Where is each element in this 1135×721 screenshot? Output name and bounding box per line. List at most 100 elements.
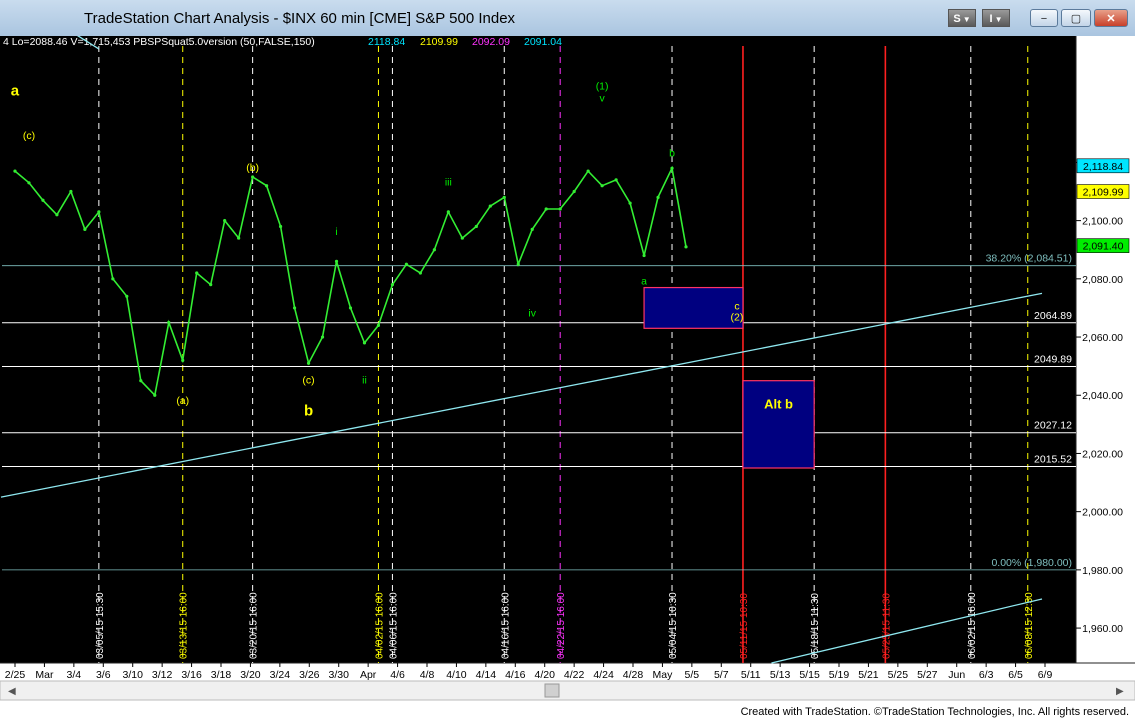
price-point xyxy=(684,245,688,249)
window-titlebar: TradeStation Chart Analysis - $INX 60 mi… xyxy=(0,0,1135,37)
x-tick-label: 6/5 xyxy=(1008,669,1023,681)
support-level-label: 0.00% (1,980.00) xyxy=(991,557,1072,569)
price-point xyxy=(13,169,17,173)
support-level-label: 2064.89 xyxy=(1034,310,1072,322)
price-point xyxy=(97,210,101,214)
footer-credit: Created with TradeStation. ©TradeStation… xyxy=(740,706,1129,718)
price-point xyxy=(642,253,646,258)
vertical-marker-label: 05/04/15 10:30 xyxy=(668,592,679,659)
vertical-marker-label: 05/18/15 11:30 xyxy=(810,593,821,659)
chevron-down-icon: ▼ xyxy=(962,15,971,24)
x-tick-label: 4/14 xyxy=(476,669,497,681)
status-value: 2091.04 xyxy=(524,36,562,48)
price-point xyxy=(251,175,255,179)
price-point xyxy=(376,323,381,327)
x-tick-label: 4/28 xyxy=(623,669,644,681)
chart-background xyxy=(0,36,1135,703)
vertical-marker-label: 03/20/15 16:00 xyxy=(249,592,260,659)
price-point xyxy=(600,184,604,188)
i-button[interactable]: I ▼ xyxy=(982,9,1010,27)
support-level-label: 2027.12 xyxy=(1034,420,1072,432)
window-title: TradeStation Chart Analysis - $INX 60 mi… xyxy=(84,10,516,27)
target-box[interactable] xyxy=(742,380,815,469)
price-point xyxy=(418,271,422,275)
price-point xyxy=(265,184,269,188)
price-tag-label: 2,118.84 xyxy=(1083,161,1123,173)
wave-label: (c) xyxy=(23,130,35,142)
price-point xyxy=(628,201,632,205)
price-point xyxy=(446,210,450,214)
price-point xyxy=(390,283,395,287)
price-point xyxy=(474,224,478,229)
close-icon: ✕ xyxy=(1106,13,1116,25)
vertical-marker-label: 03/05/15 15:30 xyxy=(95,592,106,659)
x-tick-label: 5/5 xyxy=(685,669,700,681)
price-point xyxy=(292,306,297,310)
x-tick-label: 5/21 xyxy=(858,669,879,681)
wave-label: a xyxy=(641,276,647,288)
price-point xyxy=(558,207,562,211)
price-chart[interactable]: 4 Lo=2088.46 V=1,715,453 PBSPSquat5.0ver… xyxy=(0,36,1135,703)
s-button[interactable]: S ▼ xyxy=(948,9,976,27)
y-tick-label: 1,980.00 xyxy=(1082,565,1123,577)
wave-label: i xyxy=(335,226,337,238)
wave-label: ii xyxy=(362,375,367,387)
price-point xyxy=(362,341,367,345)
restore-icon: ▢ xyxy=(1070,13,1082,25)
wave-label: iii xyxy=(445,177,452,189)
price-point xyxy=(153,393,157,397)
status-value: 2118.84 xyxy=(368,36,405,48)
price-point xyxy=(306,361,311,365)
price-point xyxy=(404,262,409,266)
support-level-label: 38.20% (2,084.51) xyxy=(986,253,1072,265)
support-level-label: 2015.52 xyxy=(1034,453,1072,465)
target-box[interactable] xyxy=(643,286,744,329)
y-tick-label: 2,020.00 xyxy=(1082,448,1123,460)
s-button-label: S xyxy=(953,13,961,25)
close-button[interactable]: ✕ xyxy=(1094,9,1128,27)
wave-label: v xyxy=(599,92,605,104)
x-tick-label: 3/20 xyxy=(240,669,261,681)
price-point xyxy=(334,259,339,263)
price-point xyxy=(586,169,590,173)
price-point xyxy=(432,248,436,252)
horizontal-scrollbar[interactable] xyxy=(0,680,1135,701)
target-box-label: Alt b xyxy=(764,397,793,412)
price-point xyxy=(223,219,227,223)
x-tick-label: 5/27 xyxy=(917,669,938,681)
scrollbar-thumb[interactable] xyxy=(544,683,560,698)
status-line: 4 Lo=2088.46 V=1,715,453 PBSPSquat5.0ver… xyxy=(3,36,315,48)
x-tick-label: 4/22 xyxy=(564,669,585,681)
x-tick-label: 5/11 xyxy=(741,669,761,681)
vertical-marker-label: 06/02/15 16:00 xyxy=(967,592,978,659)
x-tick-label: 4/6 xyxy=(390,669,405,681)
x-tick-label: 6/3 xyxy=(979,669,994,681)
restore-button[interactable]: ▢ xyxy=(1061,9,1091,27)
x-tick-label: 3/30 xyxy=(328,669,349,681)
price-point xyxy=(237,236,241,240)
x-tick-label: Apr xyxy=(360,669,377,681)
price-point xyxy=(488,204,492,208)
scroll-right-icon[interactable]: ▶ xyxy=(1116,686,1124,697)
y-tick-label: 1,960.00 xyxy=(1082,623,1123,635)
price-point xyxy=(614,178,618,182)
price-point xyxy=(460,236,464,240)
chevron-down-icon: ▼ xyxy=(994,15,1003,24)
y-tick-label: 2,100.00 xyxy=(1082,216,1123,228)
price-point xyxy=(544,207,548,211)
x-tick-label: 3/12 xyxy=(152,669,173,681)
y-tick-label: 2,060.00 xyxy=(1082,332,1123,344)
x-tick-label: 5/7 xyxy=(714,669,729,681)
minimize-button[interactable]: − xyxy=(1030,9,1058,27)
price-point xyxy=(195,271,199,275)
x-tick-label: 5/19 xyxy=(829,669,850,681)
scroll-left-icon[interactable]: ◀ xyxy=(8,686,16,697)
x-tick-label: 4/10 xyxy=(446,669,467,681)
y-tick-label: 2,000.00 xyxy=(1082,507,1123,519)
price-point xyxy=(83,227,87,231)
wave-label: (a) xyxy=(176,395,189,407)
x-tick-label: 5/25 xyxy=(888,669,909,681)
x-tick-label: 5/13 xyxy=(770,669,791,681)
i-button-label: I xyxy=(989,13,993,25)
price-point xyxy=(69,189,73,194)
